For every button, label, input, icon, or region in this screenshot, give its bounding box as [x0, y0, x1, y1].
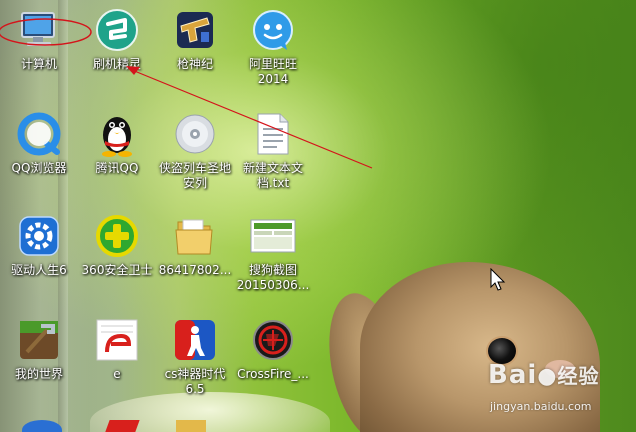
watermark-accent: 经验	[557, 364, 600, 388]
baidu-jingyan-watermark: Bai●经验 jingyan.baidu.com	[488, 360, 636, 432]
desktop[interactable]: 计算机 刷机精灵 枪神纪 阿里旺旺 2014 QQ浏览器 腾讯QQ 侠盗列车圣地…	[0, 0, 636, 432]
text-file-icon	[249, 110, 297, 158]
icon-label: 刷机精灵	[92, 57, 141, 71]
desktop-icon-sogou-screenshot[interactable]: 搜狗截图 20150306...	[234, 212, 312, 293]
folder-icon	[171, 212, 219, 260]
minecraft-icon	[15, 316, 63, 364]
desktop-icon-text-file[interactable]: 新建文本文 档.txt	[234, 110, 312, 191]
flash-elf-icon	[93, 6, 141, 54]
desktop-icon-flash-elf[interactable]: 刷机精灵	[78, 6, 156, 72]
desktop-icon-crossfire[interactable]: CrossFire_...	[234, 316, 312, 382]
icon-label: 阿里旺旺 2014	[248, 57, 297, 86]
icon-label: 腾讯QQ	[95, 161, 139, 175]
desktop-icon-computer[interactable]: 计算机	[0, 6, 78, 72]
aliwangwang-icon	[249, 6, 297, 54]
crossfire-icon	[249, 316, 297, 364]
partial-icon-bottom-middle[interactable]	[102, 420, 140, 432]
icon-label: 86417802...	[158, 263, 232, 277]
desktop-icon-folder[interactable]: 86417802...	[156, 212, 234, 278]
desktop-icon-gun-game[interactable]: 枪神纪	[156, 6, 234, 72]
driver-gear-icon	[15, 212, 63, 260]
icon-label: 驱动人生6	[11, 263, 67, 277]
desktop-icon-cs-game[interactable]: cs神器时代 6.5	[156, 316, 234, 397]
desktop-icon-qq[interactable]: 腾讯QQ	[78, 110, 156, 176]
gun-game-icon	[171, 6, 219, 54]
360-security-icon	[93, 212, 141, 260]
watermark-brand: Bai	[488, 360, 538, 390]
desktop-icon-qq-browser[interactable]: QQ浏览器	[0, 110, 78, 176]
icon-label: 搜狗截图 20150306...	[236, 263, 310, 292]
watermark-url: jingyan.baidu.com	[490, 400, 592, 413]
cs-game-icon	[171, 316, 219, 364]
desktop-icon-e[interactable]: e	[78, 316, 156, 382]
icon-label: 新建文本文 档.txt	[242, 161, 303, 190]
icon-label: CrossFire_...	[237, 367, 309, 381]
icon-label: cs神器时代 6.5	[164, 367, 226, 396]
icon-label: 我的世界	[14, 367, 63, 381]
paw-icon: ●	[537, 364, 558, 389]
qq-penguin-icon	[93, 110, 141, 158]
icon-label: 枪神纪	[176, 57, 213, 71]
e-app-icon	[93, 316, 141, 364]
icon-label: 计算机	[20, 57, 57, 71]
watermark-logo: Bai●经验	[488, 360, 599, 390]
desktop-icon-driver-life[interactable]: 驱动人生6	[0, 212, 78, 278]
mouse-cursor-icon	[490, 268, 506, 291]
desktop-icon-aliwangwang[interactable]: 阿里旺旺 2014	[234, 6, 312, 87]
desktop-icon-disc[interactable]: 侠盗列车圣地 安列	[156, 110, 234, 191]
disc-icon	[171, 110, 219, 158]
desktop-icon-minecraft[interactable]: 我的世界	[0, 316, 78, 382]
computer-icon	[15, 6, 63, 54]
icon-label: e	[113, 367, 121, 381]
desktop-icon-360-security[interactable]: 360安全卫士	[78, 212, 156, 278]
icon-label: 360安全卫士	[81, 263, 153, 277]
icon-label: QQ浏览器	[11, 161, 67, 175]
icon-label: 侠盗列车圣地 安列	[158, 161, 231, 190]
screenshot-image-icon	[249, 212, 297, 260]
partial-icon-bottom-right[interactable]	[176, 420, 206, 432]
qq-browser-icon	[15, 110, 63, 158]
